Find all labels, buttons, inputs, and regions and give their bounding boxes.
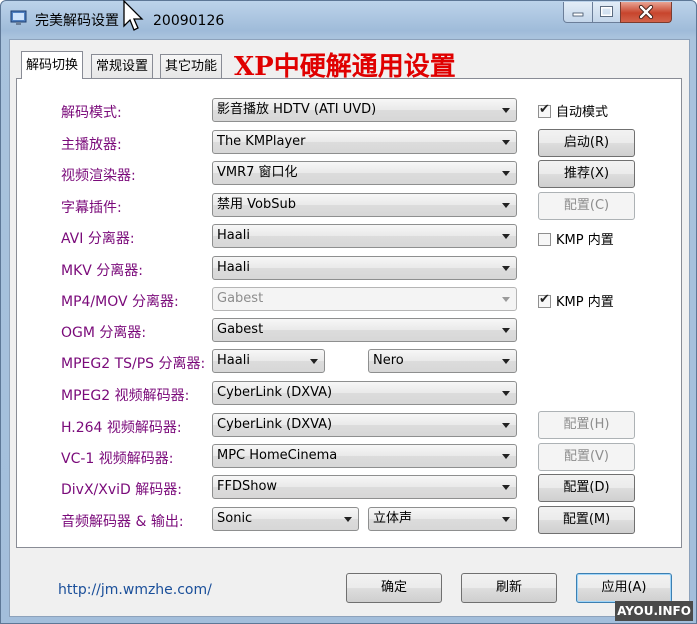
mpeg2-ts-alt-select[interactable]: Nero	[368, 349, 517, 373]
chevron-down-icon	[502, 171, 510, 176]
subtitle-plugin-label: 字幕插件:	[61, 200, 122, 216]
main-player-label: 主播放器:	[61, 137, 122, 153]
config-v-button[interactable]: 配置(V)	[538, 443, 635, 471]
chevron-down-icon	[502, 485, 510, 490]
mpeg2-decoder-select[interactable]: CyberLink (DXVA)	[212, 381, 517, 405]
checkbox-checked-icon: ✔	[538, 292, 551, 308]
chevron-down-icon	[502, 266, 510, 271]
mp4-splitter-select[interactable]: Gabest	[212, 287, 517, 311]
avi-splitter-label: AVI 分离器:	[61, 231, 135, 247]
video-renderer-label: 视频渲染器:	[61, 168, 136, 184]
mp4-kmp-builtin-checkbox[interactable]: ✔ KMP 内置	[538, 291, 614, 310]
divx-decoder-label: DivX/XviD 解码器:	[61, 482, 182, 498]
decode-mode-select[interactable]: 影音播放 HDTV (ATI UVD)	[212, 98, 517, 122]
mkv-splitter-label: MKV 分离器:	[61, 263, 144, 279]
website-link[interactable]: http://jm.wmzhe.com/	[58, 582, 212, 598]
chevron-down-icon	[502, 140, 510, 145]
subtitle-plugin-select[interactable]: 禁用 VobSub	[212, 193, 517, 217]
h264-decoder-select[interactable]: CyberLink (DXVA)	[212, 413, 517, 437]
maximize-button[interactable]	[592, 2, 621, 23]
video-renderer-select[interactable]: VMR7 窗口化	[212, 161, 517, 185]
minimize-button[interactable]	[563, 2, 593, 23]
ogm-splitter-select[interactable]: Gabest	[212, 318, 517, 342]
audio-output-select[interactable]: 立体声	[368, 507, 517, 531]
decode-mode-label: 解码模式:	[61, 105, 122, 121]
avi-splitter-select[interactable]: Haali	[212, 224, 517, 248]
auto-mode-checkbox[interactable]: ✔ 自动模式	[538, 101, 608, 120]
main-player-select[interactable]: The KMPlayer	[212, 130, 517, 154]
audio-decoder-select[interactable]: Sonic	[212, 507, 359, 531]
app-icon	[9, 7, 29, 27]
checkbox-checked-icon: ✔	[538, 102, 551, 118]
start-button[interactable]: 启动(R)	[538, 129, 635, 157]
mouse-cursor-icon	[122, 0, 152, 40]
mpeg2-decoder-label: MPEG2 视频解码器:	[61, 388, 190, 404]
chevron-down-icon	[502, 359, 510, 364]
avi-kmp-builtin-checkbox[interactable]: KMP 内置	[538, 229, 614, 248]
mp4-splitter-label: MP4/MOV 分离器:	[61, 294, 179, 310]
maximize-icon	[600, 6, 613, 17]
ogm-splitter-label: OGM 分离器:	[61, 325, 147, 341]
chevron-down-icon	[502, 391, 510, 396]
chevron-down-icon	[502, 234, 510, 239]
refresh-button[interactable]: 刷新	[461, 573, 557, 603]
tab-general-settings[interactable]: 常规设置	[91, 54, 154, 78]
mkv-splitter-select[interactable]: Haali	[212, 256, 517, 280]
config-m-button[interactable]: 配置(M)	[538, 506, 635, 534]
minimize-icon	[572, 12, 584, 17]
chevron-down-icon	[502, 297, 510, 302]
chevron-down-icon	[310, 359, 318, 364]
chevron-down-icon	[502, 328, 510, 333]
divx-decoder-select[interactable]: FFDShow	[212, 475, 517, 499]
chevron-down-icon	[502, 108, 510, 113]
chevron-down-icon	[502, 454, 510, 459]
checkbox-unchecked-icon	[538, 233, 551, 246]
watermark-logo: AYOU.INFO	[615, 601, 693, 621]
chevron-down-icon	[502, 203, 510, 208]
mpeg2-ts-splitter-label: MPEG2 TS/PS 分离器:	[61, 356, 206, 372]
config-c-button[interactable]: 配置(C)	[538, 192, 635, 220]
config-h-button[interactable]: 配置(H)	[538, 411, 635, 439]
settings-window: 完美解码设置 20090126 解码切换 常规设置 其它功能 XP中硬解通用设置 …	[0, 0, 697, 624]
chevron-down-icon	[344, 517, 352, 522]
chevron-down-icon	[502, 423, 510, 428]
dialog-client-area: 解码切换 常规设置 其它功能 XP中硬解通用设置 解码模式: 主播放器: 视频渲…	[9, 39, 690, 617]
config-d-button[interactable]: 配置(D)	[538, 474, 635, 502]
close-button[interactable]	[620, 2, 672, 23]
apply-button[interactable]: 应用(A)	[576, 573, 672, 603]
vc1-decoder-label: VC-1 视频解码器:	[61, 451, 174, 467]
mpeg2-ts-splitter-select[interactable]: Haali	[212, 349, 325, 373]
title-bar[interactable]: 完美解码设置 20090126	[1, 1, 696, 35]
close-icon	[638, 4, 654, 20]
chevron-down-icon	[502, 517, 510, 522]
ok-button[interactable]: 确定	[346, 573, 442, 603]
recommend-button[interactable]: 推荐(X)	[538, 160, 635, 188]
vc1-decoder-select[interactable]: MPC HomeCinema	[212, 444, 517, 468]
tab-decode-switch[interactable]: 解码切换	[21, 51, 84, 79]
audio-decoder-label: 音频解码器 & 输出:	[61, 514, 184, 530]
h264-decoder-label: H.264 视频解码器:	[61, 420, 182, 436]
tab-other-functions[interactable]: 其它功能	[160, 54, 223, 78]
